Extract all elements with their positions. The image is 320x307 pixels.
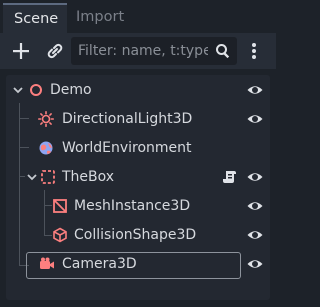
tree-row-collisionshape3d[interactable]: CollisionShape3D [6, 221, 270, 249]
node-name: WorldEnvironment [62, 140, 192, 156]
node3d-icon [30, 84, 42, 96]
node-name: MeshInstance3D [74, 198, 191, 214]
node-name: Demo [50, 82, 92, 98]
node-name: Camera3D [62, 256, 137, 272]
collision-shape-icon [53, 227, 67, 243]
node-name: TheBox [62, 169, 115, 185]
instance-scene-button[interactable] [43, 39, 67, 63]
scene-menu-button[interactable] [242, 39, 266, 63]
eye-icon[interactable] [246, 227, 264, 243]
chevron-down-icon[interactable] [12, 84, 24, 96]
add-node-button[interactable] [9, 39, 33, 63]
area3d-icon [41, 170, 55, 184]
tree-row-demo[interactable]: Demo [6, 76, 270, 104]
filter-field[interactable] [71, 37, 237, 65]
camera-icon [40, 257, 54, 269]
kebab-menu-icon [252, 43, 256, 59]
scene-dock: Scene Import Filter: name, t:type, g:gro… [0, 0, 276, 307]
node-name: CollisionShape3D [74, 227, 197, 243]
scene-tree: Demo DirectionalLight3D WorldEnvironment… [6, 75, 270, 300]
scene-toolbar [0, 33, 276, 69]
plus-icon [13, 43, 29, 59]
tab-import[interactable]: Import [67, 3, 139, 33]
directional-light-icon [38, 111, 54, 127]
eye-icon[interactable] [246, 82, 264, 98]
eye-icon[interactable] [246, 111, 264, 127]
world-environment-icon [39, 141, 53, 155]
mesh-instance-icon [53, 199, 67, 213]
script-icon[interactable] [222, 169, 238, 185]
node-name: DirectionalLight3D [62, 111, 193, 127]
tree-row-meshinstance3d[interactable]: MeshInstance3D [6, 192, 270, 220]
tree-row-camera3d[interactable]: Camera3D [6, 250, 270, 279]
tree-row-directionallight3d[interactable]: DirectionalLight3D [6, 105, 270, 133]
eye-icon[interactable] [246, 169, 264, 185]
filter-input[interactable] [78, 37, 208, 65]
dock-tab-bar: Scene Import [0, 0, 276, 33]
search-icon[interactable] [215, 43, 231, 59]
chevron-down-icon[interactable] [26, 171, 38, 183]
chain-link-icon [47, 43, 63, 59]
eye-icon[interactable] [246, 256, 264, 272]
tree-row-worldenvironment[interactable]: WorldEnvironment [6, 134, 270, 162]
eye-icon[interactable] [246, 198, 264, 214]
tree-row-thebox[interactable]: TheBox [6, 163, 270, 191]
tab-scene[interactable]: Scene [3, 3, 67, 33]
